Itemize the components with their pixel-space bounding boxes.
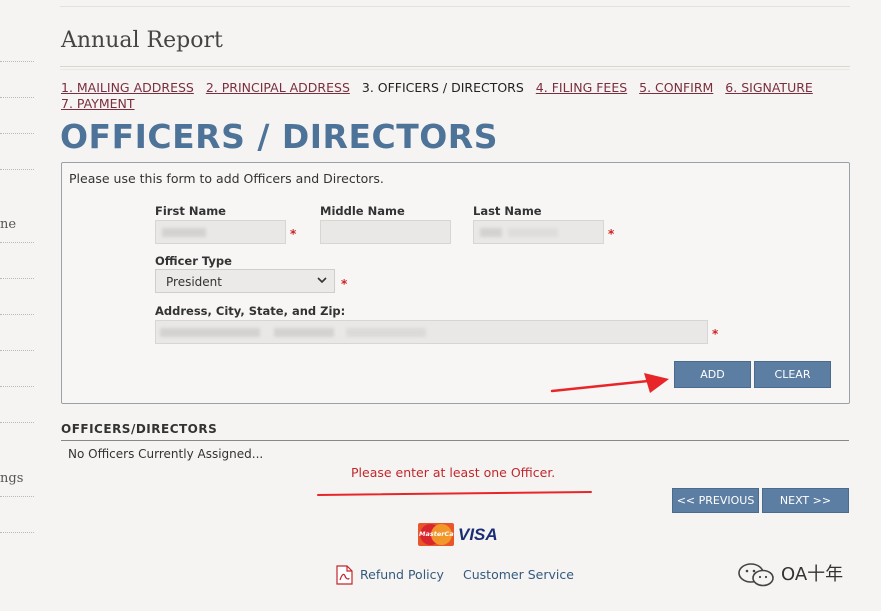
chevron-down-icon bbox=[316, 273, 328, 290]
step-mailing-address[interactable]: 1. MAILING ADDRESS bbox=[61, 80, 194, 95]
wechat-icon bbox=[738, 563, 774, 587]
officer-type-select[interactable]: President bbox=[155, 269, 335, 293]
redacted-value bbox=[160, 328, 260, 337]
redacted-value bbox=[480, 228, 502, 237]
heading-divider bbox=[60, 66, 850, 70]
sidebar: ne ngs bbox=[0, 0, 34, 611]
visa-logo: VISA bbox=[458, 525, 498, 544]
middle-name-input[interactable] bbox=[320, 220, 451, 244]
officer-type-value: President bbox=[166, 275, 222, 289]
section-title: OFFICERS / DIRECTORS bbox=[60, 117, 498, 156]
redacted-value bbox=[508, 228, 558, 237]
sidebar-divider bbox=[0, 532, 34, 533]
refund-policy-link[interactable]: Refund Policy bbox=[360, 567, 444, 582]
clear-button[interactable]: CLEAR bbox=[754, 361, 831, 388]
required-marker: * bbox=[290, 227, 297, 241]
sidebar-item-fragment[interactable]: ne bbox=[0, 217, 16, 232]
form-intro: Please use this form to add Officers and… bbox=[69, 171, 384, 186]
sidebar-divider bbox=[0, 169, 34, 170]
sidebar-item-fragment[interactable]: ngs bbox=[0, 471, 23, 486]
sidebar-divider bbox=[0, 133, 34, 134]
next-button[interactable]: NEXT >> bbox=[762, 488, 849, 513]
step-officers-directors: 3. OFFICERS / DIRECTORS bbox=[361, 80, 524, 95]
redacted-value bbox=[346, 328, 426, 337]
required-marker: * bbox=[341, 277, 348, 291]
step-signature[interactable]: 6. SIGNATURE bbox=[725, 80, 813, 95]
sidebar-divider bbox=[0, 422, 34, 423]
officers-heading: OFFICERS/DIRECTORS bbox=[61, 422, 218, 436]
empty-officers-message: No Officers Currently Assigned... bbox=[68, 447, 264, 461]
officer-type-label: Officer Type bbox=[155, 254, 232, 268]
required-marker: * bbox=[608, 227, 615, 241]
first-name-input[interactable] bbox=[155, 220, 286, 244]
required-marker: * bbox=[712, 327, 719, 341]
watermark-text: OA十年 bbox=[781, 564, 844, 585]
step-principal-address[interactable]: 2. PRINCIPAL ADDRESS bbox=[206, 80, 350, 95]
sidebar-divider bbox=[0, 97, 34, 98]
redacted-value bbox=[162, 228, 206, 237]
sidebar-divider bbox=[0, 350, 34, 351]
last-name-input[interactable] bbox=[473, 220, 604, 244]
top-divider bbox=[60, 6, 850, 7]
last-name-label: Last Name bbox=[473, 204, 542, 218]
redacted-value bbox=[274, 328, 334, 337]
sidebar-divider bbox=[0, 386, 34, 387]
step-confirm[interactable]: 5. CONFIRM bbox=[639, 80, 713, 95]
sidebar-divider bbox=[0, 314, 34, 315]
mastercard-logo: MasterCard bbox=[418, 523, 454, 546]
address-input[interactable] bbox=[155, 320, 708, 344]
officer-form: Please use this form to add Officers and… bbox=[61, 162, 850, 404]
step-filing-fees[interactable]: 4. FILING FEES bbox=[536, 80, 627, 95]
page-heading: Annual Report bbox=[61, 28, 223, 53]
previous-button[interactable]: << PREVIOUS bbox=[672, 488, 759, 513]
sidebar-divider bbox=[0, 61, 34, 62]
pdf-icon bbox=[336, 565, 353, 585]
middle-name-label: Middle Name bbox=[320, 204, 405, 218]
add-button[interactable]: ADD bbox=[674, 361, 751, 388]
annotation-arrow-icon bbox=[550, 373, 669, 393]
error-message: Please enter at least one Officer. bbox=[351, 465, 556, 480]
sidebar-divider bbox=[0, 496, 34, 497]
annotation-underline bbox=[317, 491, 592, 496]
sidebar-divider bbox=[0, 278, 34, 279]
sidebar-divider bbox=[0, 242, 34, 243]
step-payment[interactable]: 7. PAYMENT bbox=[61, 96, 135, 111]
first-name-label: First Name bbox=[155, 204, 226, 218]
address-label: Address, City, State, and Zip: bbox=[155, 304, 346, 318]
officers-divider bbox=[61, 440, 849, 441]
customer-service-link[interactable]: Customer Service bbox=[463, 567, 574, 582]
payment-logos: MasterCard VISA bbox=[418, 523, 498, 547]
step-navigation: 1. MAILING ADDRESS 2. PRINCIPAL ADDRESS … bbox=[61, 80, 851, 112]
